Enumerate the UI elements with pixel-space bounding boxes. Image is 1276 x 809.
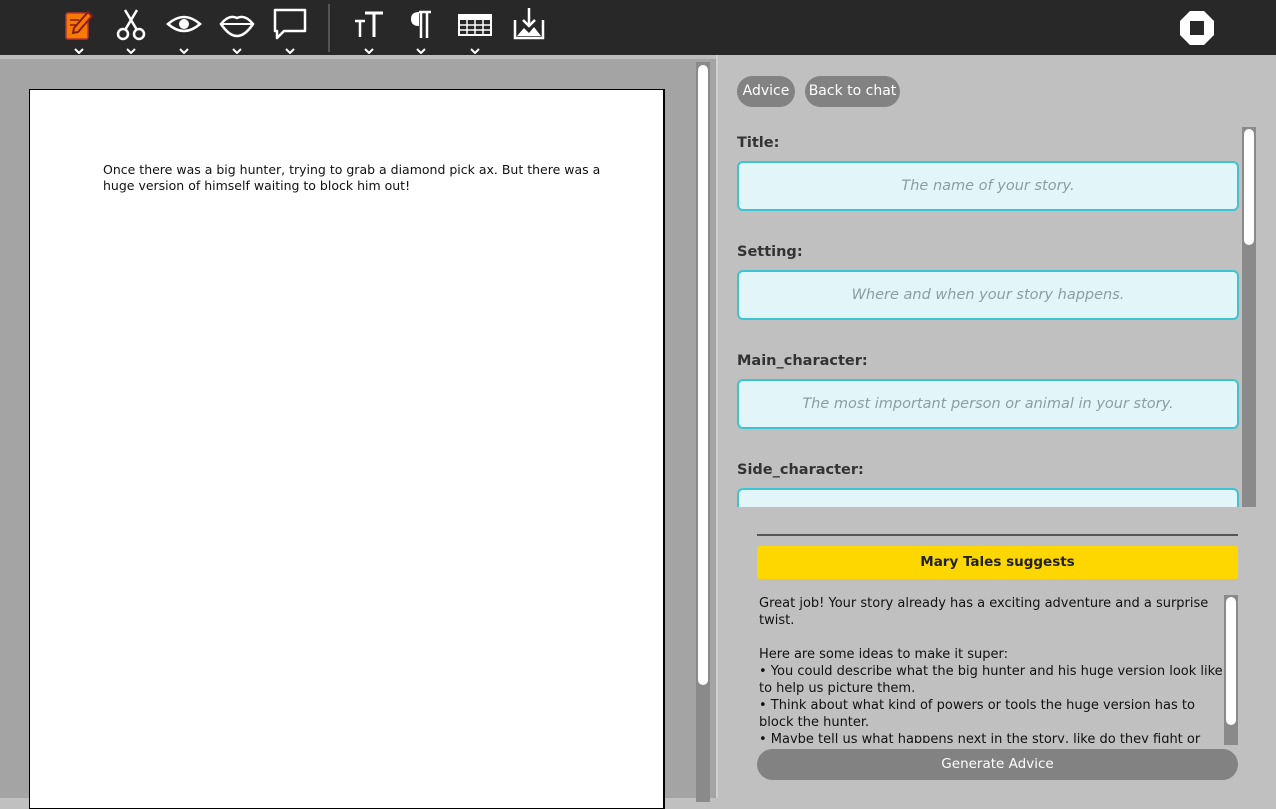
main-character-placeholder: The most important person or animal in y… — [802, 396, 1174, 412]
table-icon — [458, 14, 492, 36]
scrollbar-thumb[interactable] — [698, 65, 708, 685]
chevron-down-icon — [364, 48, 374, 54]
advice-text: Great job! Your story already has a exci… — [759, 596, 1223, 743]
paragraph-icon — [411, 10, 431, 38]
text-size-icon — [355, 11, 383, 37]
stop-icon[interactable] — [1179, 10, 1215, 46]
separator-line — [757, 534, 1238, 536]
chevron-down-icon — [470, 48, 480, 54]
advice-button[interactable]: Advice — [737, 76, 795, 107]
toolbar — [0, 0, 1276, 55]
document-editor: Once there was a big hunter, trying to g… — [0, 55, 716, 809]
title-label: Title: — [737, 135, 780, 151]
edit-document-icon — [65, 10, 94, 40]
title-placeholder: The name of your story. — [901, 178, 1075, 194]
scrollbar-thumb[interactable] — [1244, 129, 1254, 245]
comment-button[interactable] — [267, 6, 313, 54]
form-scrollbar[interactable] — [1242, 127, 1256, 507]
paragraph-button[interactable] — [398, 6, 444, 54]
generate-advice-button[interactable]: Generate Advice — [757, 749, 1238, 780]
view-button[interactable] — [161, 6, 207, 54]
save-image-icon — [513, 8, 545, 40]
advice-panel: Advice Back to chat Title: The name of y… — [718, 55, 1276, 798]
edit-document-button[interactable] — [56, 6, 102, 54]
main-character-label: Main_character: — [737, 353, 868, 369]
story-form: Title: The name of your story. Setting: … — [718, 127, 1258, 507]
document-text[interactable]: Once there was a big hunter, trying to g… — [103, 162, 603, 194]
text-size-button[interactable] — [346, 6, 392, 54]
speech-bubble-icon — [273, 8, 307, 40]
setting-field[interactable]: Where and when your story happens. — [737, 270, 1239, 320]
table-button[interactable] — [452, 6, 498, 54]
chevron-down-icon — [285, 48, 295, 54]
advice-scrollbar[interactable] — [1224, 595, 1238, 745]
toolbar-divider — [328, 4, 330, 52]
eye-icon — [166, 15, 202, 33]
chevron-down-icon — [232, 48, 242, 54]
chevron-down-icon — [126, 48, 136, 54]
lips-icon — [219, 15, 255, 38]
advice-section: Mary Tales suggests Great job! Your stor… — [718, 507, 1276, 798]
document-page[interactable]: Once there was a big hunter, trying to g… — [29, 89, 665, 809]
chevron-down-icon — [74, 48, 84, 54]
chevron-down-icon — [416, 48, 426, 54]
chevron-down-icon — [179, 48, 189, 54]
setting-label: Setting: — [737, 244, 803, 260]
side-character-label: Side_character: — [737, 462, 864, 478]
suggestion-heading: Mary Tales suggests — [757, 546, 1238, 579]
cut-button[interactable] — [108, 6, 154, 54]
title-field[interactable]: The name of your story. — [737, 161, 1239, 211]
setting-placeholder: Where and when your story happens. — [851, 287, 1125, 303]
main-character-field[interactable]: The most important person or animal in y… — [737, 379, 1239, 429]
scissors-icon — [116, 9, 146, 41]
speak-button[interactable] — [214, 6, 260, 54]
editor-scrollbar[interactable] — [696, 62, 710, 802]
save-image-button[interactable] — [506, 6, 552, 54]
back-to-chat-button[interactable]: Back to chat — [805, 76, 900, 107]
side-character-field[interactable] — [737, 488, 1239, 507]
scrollbar-thumb[interactable] — [1226, 597, 1236, 725]
